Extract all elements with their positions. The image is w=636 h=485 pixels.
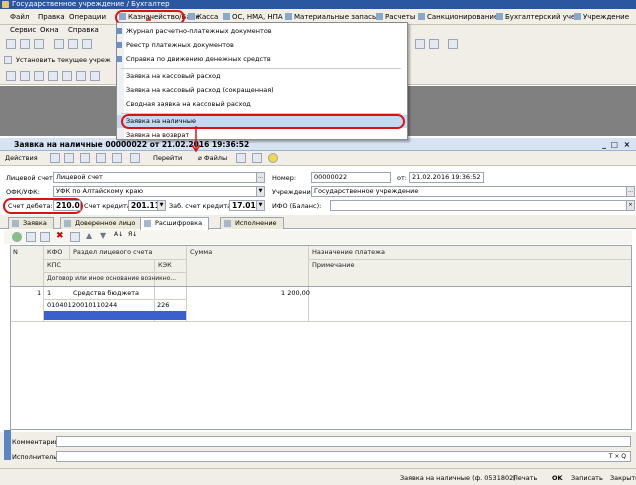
- annotation-arrows: [146, 17, 201, 153]
